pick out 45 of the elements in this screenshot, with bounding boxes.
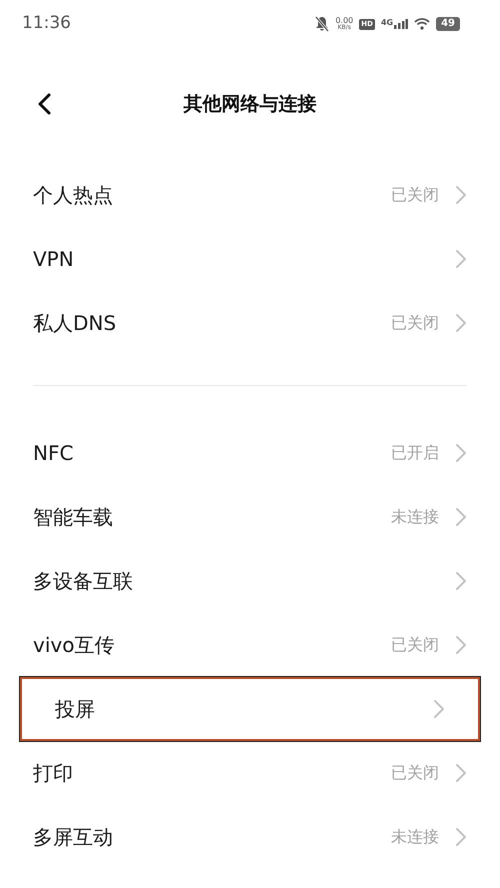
row-status: 未连接 [391,506,439,528]
row-label: 打印 [33,760,73,787]
settings-row[interactable]: 个人热点 已关闭 [0,163,500,227]
row-label: vivo互传 [33,632,114,659]
page-title: 其他网络与连接 [184,92,316,117]
row-label: 多设备互联 [33,568,133,595]
battery-indicator: 49 [436,17,460,31]
row-status: 已关闭 [391,184,439,206]
row-label: VPN [33,246,74,273]
row-label: NFC [33,440,74,467]
chevron-right-icon [455,249,467,269]
speed-value: 0.00 [335,17,354,25]
chevron-right-icon [455,443,467,463]
chevron-right-icon [455,827,467,847]
bell-muted-icon [315,16,330,32]
settings-row[interactable]: vivo互传 已关闭 [0,613,500,677]
signal-icon [394,19,408,29]
row-label: 智能车载 [33,504,113,531]
chevron-right-icon [455,507,467,527]
row-status: 已关闭 [391,312,439,334]
row-label: 个人热点 [33,182,113,209]
row-label: 投屏 [55,696,95,723]
chevron-right-icon [455,313,467,333]
settings-row[interactable]: 投屏 [20,677,480,741]
chevron-right-icon [433,699,445,719]
chevron-right-icon [455,763,467,783]
status-time: 11:36 [22,12,71,36]
settings-row[interactable]: 打印 已关闭 [0,741,500,805]
settings-row[interactable]: 智能车载 未连接 [0,485,500,549]
chevron-right-icon [455,635,467,655]
wifi-icon [414,18,430,30]
row-status: 已关闭 [391,762,439,784]
row-status: 未连接 [391,826,439,848]
settings-row[interactable]: 多设备互联 [0,549,500,613]
row-status: 已关闭 [391,634,439,656]
chevron-right-icon [455,185,467,205]
network-type: 4G [380,19,394,27]
settings-row[interactable]: 私人DNS 已关闭 [0,291,500,355]
row-status: 已开启 [391,442,439,464]
row-label: 私人DNS [33,310,116,337]
settings-row[interactable]: NFC 已开启 [0,421,500,485]
settings-row[interactable]: VPN [0,227,500,291]
chevron-right-icon [455,571,467,591]
row-label: 多屏互动 [33,824,113,851]
settings-row[interactable]: 多屏互动 未连接 [0,805,500,869]
